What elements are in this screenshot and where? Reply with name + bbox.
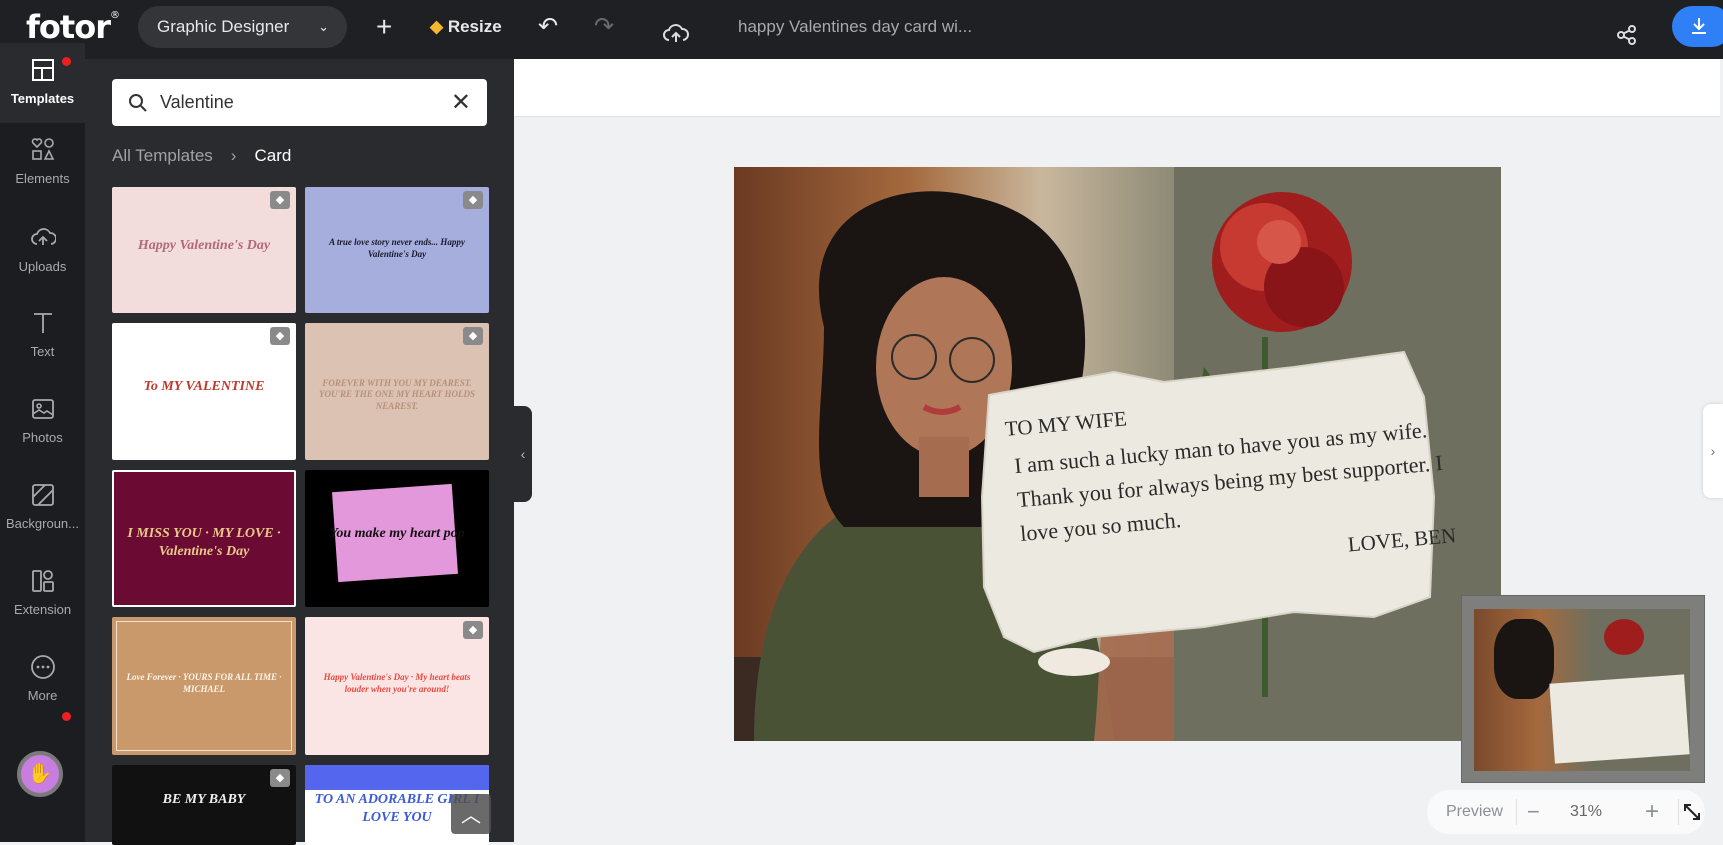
undo-icon[interactable]: ↶	[538, 0, 558, 54]
minimap-preview	[1474, 609, 1690, 771]
divider	[1516, 799, 1517, 825]
premium-diamond-icon: ◆	[270, 191, 290, 209]
template-text: Happy Valentine's Day	[137, 238, 271, 254]
text-icon	[0, 308, 85, 338]
rail-item-more[interactable]: More	[0, 638, 85, 724]
rail-item-templates[interactable]: Templates	[0, 43, 85, 123]
scroll-to-top-button[interactable]: ︿	[451, 794, 491, 834]
rail-item-text[interactable]: Text	[0, 294, 85, 380]
cloud-upload-icon[interactable]	[662, 14, 690, 42]
rail-item-label: Templates	[10, 91, 75, 106]
template-thumbnail[interactable]: A true love story never ends... Happy Va…	[305, 187, 489, 313]
redo-icon[interactable]: ↷	[594, 0, 614, 54]
notification-dot	[62, 57, 71, 66]
premium-diamond-icon: ◆	[463, 327, 483, 345]
search-input[interactable]: Valentine ✕	[112, 79, 487, 126]
template-text: I MISS YOU · MY LOVE · Valentine's Day	[127, 526, 281, 560]
download-icon	[1692, 18, 1706, 34]
zoom-level[interactable]: 31%	[1570, 790, 1602, 834]
expand-right-panel-handle[interactable]: ›	[1703, 404, 1723, 498]
extension-icon	[0, 566, 85, 596]
canvas-toolbar-strip	[514, 59, 1720, 117]
template-text: BE MY BABY	[162, 791, 246, 807]
zoom-in-icon[interactable]: +	[1645, 790, 1659, 834]
template-text: A true love story never ends... Happy Va…	[329, 237, 465, 260]
template-text: You make my heart pop	[329, 525, 465, 541]
rail-item-uploads[interactable]: Uploads	[0, 209, 85, 295]
template-text: Love Forever · YOURS FOR ALL TIME · MICH…	[126, 672, 282, 694]
template-thumbnail[interactable]: I MISS YOU · MY LOVE · Valentine's Day	[112, 470, 296, 607]
rail-item-extension[interactable]: Extension	[0, 552, 85, 638]
template-thumbnail[interactable]: You make my heart pop	[305, 470, 489, 607]
breadcrumb-all-templates[interactable]: All Templates	[112, 146, 213, 165]
collapse-panel-handle[interactable]: ‹	[514, 406, 532, 502]
zoom-out-icon[interactable]: −	[1527, 790, 1540, 834]
rail-item-label: Extension	[13, 602, 72, 617]
template-text: To MY VALENTINE	[143, 378, 265, 394]
breadcrumb: All Templates › Card	[112, 146, 291, 166]
templates-icon	[0, 55, 85, 85]
rail-item-label: Photos	[22, 430, 63, 445]
rail-item-photos[interactable]: Photos	[0, 380, 85, 466]
rail-item-label: More	[27, 688, 58, 703]
plus-icon[interactable]: +	[376, 0, 392, 54]
zoom-bar: Preview − 31% +	[1427, 790, 1705, 834]
left-rail: Templates Elements Uploads Text Photos Backgr…	[0, 43, 85, 842]
rail-item-label: Uploads	[18, 259, 67, 274]
download-button[interactable]	[1672, 6, 1723, 47]
resize-label: Resize	[447, 17, 502, 36]
avatar[interactable]: ✋	[17, 751, 63, 797]
image-icon	[0, 394, 85, 424]
waving-hand-icon: ✋	[27, 763, 53, 785]
rail-item-label: Backgroun...	[6, 516, 79, 531]
search-icon	[129, 94, 147, 112]
cloud-upload-icon	[0, 223, 85, 253]
templates-panel: Valentine ✕ All Templates › Card Happy Val…	[85, 59, 514, 845]
fotor-logo[interactable]: fotor®	[26, 8, 120, 46]
chevron-down-icon: ⌄	[318, 19, 329, 34]
template-text: FOREVER WITH YOU MY DEAREST. YOU'RE THE …	[319, 377, 475, 412]
template-thumbnail[interactable]: Love Forever · YOURS FOR ALL TIME · MICH…	[112, 617, 296, 755]
breadcrumb-card: Card	[254, 146, 292, 165]
search-value: Valentine	[160, 92, 234, 112]
notification-dot	[62, 712, 71, 721]
logo-text: fotor	[26, 8, 111, 46]
more-icon	[0, 652, 85, 682]
rail-item-elements[interactable]: Elements	[0, 121, 85, 207]
minimap[interactable]	[1461, 595, 1705, 783]
registered-mark: ®	[109, 10, 120, 21]
premium-diamond-icon: ◆	[463, 621, 483, 639]
rail-item-label: Text	[30, 344, 55, 359]
template-text: Happy Valentine's Day · My heart beats l…	[323, 672, 471, 694]
template-thumbnail[interactable]: BE MY BABY ◆	[112, 765, 296, 845]
chevron-right-icon: ›	[230, 146, 237, 165]
fit-screen-icon[interactable]	[1683, 803, 1701, 821]
role-selector[interactable]: Graphic Designer ⌄	[138, 6, 347, 48]
rail-item-label: Elements	[15, 171, 70, 186]
shapes-icon	[0, 135, 85, 165]
rail-item-backgroun[interactable]: Backgroun...	[0, 466, 85, 552]
document-title[interactable]: happy Valentines day card wi...	[738, 0, 972, 54]
template-thumbnail[interactable]: Happy Valentine's Day · My heart beats l…	[305, 617, 489, 755]
divider	[1678, 799, 1679, 825]
resize-button[interactable]: ◆ Resize	[430, 0, 502, 54]
design-canvas[interactable]: TO MY WIFE I am such a lucky man to have…	[734, 167, 1501, 741]
top-bar: fotor® Graphic Designer ⌄ + ◆ Resize ↶ ↷ …	[0, 0, 1723, 59]
preview-button[interactable]: Preview	[1446, 790, 1503, 834]
template-thumbnail[interactable]: Happy Valentine's Day ◆	[112, 187, 296, 313]
premium-diamond-icon: ◆	[463, 191, 483, 209]
share-icon[interactable]	[1615, 16, 1639, 45]
diamond-icon: ◆	[430, 17, 444, 36]
template-thumbnail[interactable]: FOREVER WITH YOU MY DEAREST. YOU'RE THE …	[305, 323, 489, 460]
role-label: Graphic Designer	[157, 17, 290, 36]
background-icon	[0, 480, 85, 510]
premium-diamond-icon: ◆	[270, 769, 290, 787]
template-thumbnail[interactable]: To MY VALENTINE ◆	[112, 323, 296, 460]
premium-diamond-icon: ◆	[270, 327, 290, 345]
clear-search-icon[interactable]: ✕	[451, 79, 471, 126]
